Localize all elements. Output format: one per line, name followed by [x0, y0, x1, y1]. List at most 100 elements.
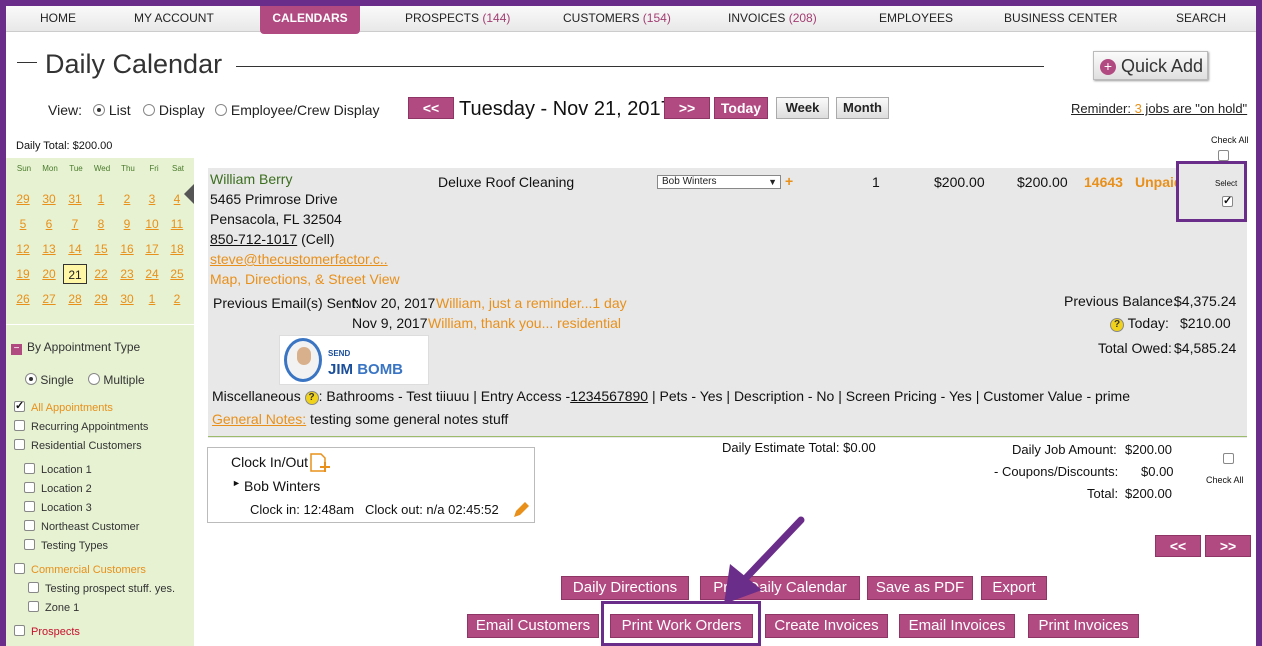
calendar-day[interactable]: 24 — [140, 264, 164, 284]
filter-location-2[interactable]: Location 2 — [24, 482, 92, 495]
filter-checkbox[interactable] — [14, 439, 25, 450]
next-day-button[interactable]: >> — [664, 97, 710, 119]
calendar-day[interactable]: 7 — [63, 214, 87, 234]
invoice-number-link[interactable]: 14643 — [1084, 174, 1123, 190]
filter-checkbox[interactable] — [14, 420, 25, 431]
month-button[interactable]: Month — [836, 97, 889, 119]
filter-checkbox[interactable] — [24, 539, 35, 550]
calendar-day[interactable]: 26 — [11, 289, 35, 309]
radio-single-input[interactable] — [25, 373, 37, 385]
week-button[interactable]: Week — [776, 97, 829, 119]
calendar-day[interactable]: 20 — [37, 264, 61, 284]
pager-prev-button[interactable]: << — [1155, 535, 1201, 557]
email-subject-2[interactable]: William, thank you... residential — [428, 315, 621, 331]
nav-business-center[interactable]: BUSINESS CENTER — [1004, 11, 1117, 25]
help-icon[interactable]: ? — [304, 391, 319, 405]
calendar-day[interactable]: 28 — [63, 289, 87, 309]
nav-home[interactable]: HOME — [40, 11, 76, 25]
filter-checkbox[interactable] — [24, 482, 35, 493]
print-work-orders-button[interactable]: Print Work Orders — [610, 614, 753, 638]
filter-checkbox[interactable] — [14, 625, 25, 636]
filter-group-title[interactable]: − By Appointment Type — [11, 340, 140, 355]
email-invoices-button[interactable]: Email Invoices — [899, 614, 1015, 638]
radio-multiple-input[interactable] — [88, 373, 100, 385]
view-option-employee[interactable]: Employee/Crew Display — [215, 102, 380, 118]
filter-testing-types[interactable]: Testing Types — [24, 539, 108, 552]
calendar-day[interactable]: 12 — [11, 239, 35, 259]
calendar-day[interactable]: 25 — [165, 264, 189, 284]
collapse-minus-icon[interactable]: − — [11, 344, 22, 355]
clock-add-icon[interactable] — [309, 452, 331, 474]
radio-list[interactable] — [93, 104, 105, 116]
filter-prospects[interactable]: Prospects — [14, 625, 80, 638]
filter-recurring[interactable]: Recurring Appointments — [14, 420, 148, 433]
calendar-day[interactable]: 23 — [115, 264, 139, 284]
calendar-day[interactable]: 15 — [89, 239, 113, 259]
filter-location-1[interactable]: Location 1 — [24, 463, 92, 476]
quick-add-button[interactable]: + Quick Add — [1093, 51, 1208, 80]
calendar-day[interactable]: 6 — [37, 214, 61, 234]
check-all-top-checkbox[interactable] — [1218, 150, 1229, 161]
calendar-day[interactable]: 1 — [140, 289, 164, 309]
filter-checkbox[interactable] — [24, 501, 35, 512]
send-jim-bomb-logo[interactable]: SEND JIM BOMB — [279, 335, 429, 385]
filter-location-3[interactable]: Location 3 — [24, 501, 92, 514]
calendar-day[interactable]: 19 — [11, 264, 35, 284]
filter-testing-prospect[interactable]: Testing prospect stuff. yes. — [28, 582, 175, 595]
calendar-day[interactable]: 17 — [140, 239, 164, 259]
radio-display[interactable] — [143, 104, 155, 116]
email-customers-button[interactable]: Email Customers — [467, 614, 599, 638]
customer-email-link[interactable]: steve@thecustomerfactor.c.. — [210, 251, 388, 267]
filter-zone-1[interactable]: Zone 1 — [28, 601, 79, 614]
today-button[interactable]: Today — [714, 97, 768, 119]
export-button[interactable]: Export — [981, 576, 1047, 600]
pager-next-button[interactable]: >> — [1205, 535, 1251, 557]
pencil-edit-icon[interactable] — [511, 500, 531, 520]
calendar-day[interactable]: 21 — [63, 264, 87, 284]
calendar-day[interactable]: 1 — [89, 189, 113, 209]
view-option-list[interactable]: List — [93, 102, 131, 118]
nav-my-account[interactable]: MY ACCOUNT — [134, 11, 214, 25]
calendar-day[interactable]: 22 — [89, 264, 113, 284]
print-invoices-button[interactable]: Print Invoices — [1028, 614, 1139, 638]
customer-name-link[interactable]: William Berry — [210, 171, 292, 187]
filter-checkbox[interactable] — [24, 463, 35, 474]
create-invoices-button[interactable]: Create Invoices — [765, 614, 888, 638]
filter-all-appointments[interactable]: All Appointments — [14, 399, 113, 414]
nav-search[interactable]: SEARCH — [1176, 11, 1226, 25]
misc-phone[interactable]: 1234567890 — [570, 388, 648, 404]
nav-prospects[interactable]: PROSPECTS (144) — [405, 11, 510, 25]
reminder-link[interactable]: Reminder: 3 jobs are "on hold" — [1071, 101, 1247, 116]
calendar-day[interactable]: 29 — [11, 189, 35, 209]
job-select-checkbox[interactable] — [1222, 194, 1233, 207]
prev-day-button[interactable]: << — [408, 97, 454, 119]
calendar-day[interactable]: 27 — [37, 289, 61, 309]
view-option-display[interactable]: Display — [143, 102, 205, 118]
calendar-day[interactable]: 18 — [165, 239, 189, 259]
calendar-day[interactable]: 14 — [63, 239, 87, 259]
check-all-bottom-checkbox[interactable] — [1223, 453, 1234, 464]
calendar-day[interactable]: 3 — [140, 189, 164, 209]
filter-checkbox[interactable] — [14, 563, 25, 574]
calendar-day[interactable]: 2 — [165, 289, 189, 309]
radio-single[interactable]: Single — [25, 373, 74, 387]
calendar-day[interactable]: 16 — [115, 239, 139, 259]
filter-commercial[interactable]: Commercial Customers — [14, 563, 146, 576]
calendar-day[interactable]: 8 — [89, 214, 113, 234]
daily-directions-button[interactable]: Daily Directions — [561, 576, 689, 600]
customer-phone-number[interactable]: 850-712-1017 — [210, 231, 297, 247]
calendar-day[interactable]: 5 — [11, 214, 35, 234]
radio-employee[interactable] — [215, 104, 227, 116]
help-icon[interactable]: ? — [1110, 318, 1124, 332]
filter-checkbox[interactable] — [14, 399, 25, 412]
calendar-day[interactable]: 30 — [115, 289, 139, 309]
calendar-day[interactable]: 10 — [140, 214, 164, 234]
general-notes-link[interactable]: General Notes: — [212, 411, 306, 427]
filter-checkbox[interactable] — [24, 520, 35, 531]
filter-checkbox[interactable] — [28, 601, 39, 612]
save-as-pdf-button[interactable]: Save as PDF — [867, 576, 973, 600]
nav-employees[interactable]: EMPLOYEES — [879, 11, 953, 25]
calendar-day[interactable]: 29 — [89, 289, 113, 309]
calendar-day[interactable]: 2 — [115, 189, 139, 209]
map-directions-link[interactable]: Map, Directions, & Street View — [210, 271, 400, 287]
